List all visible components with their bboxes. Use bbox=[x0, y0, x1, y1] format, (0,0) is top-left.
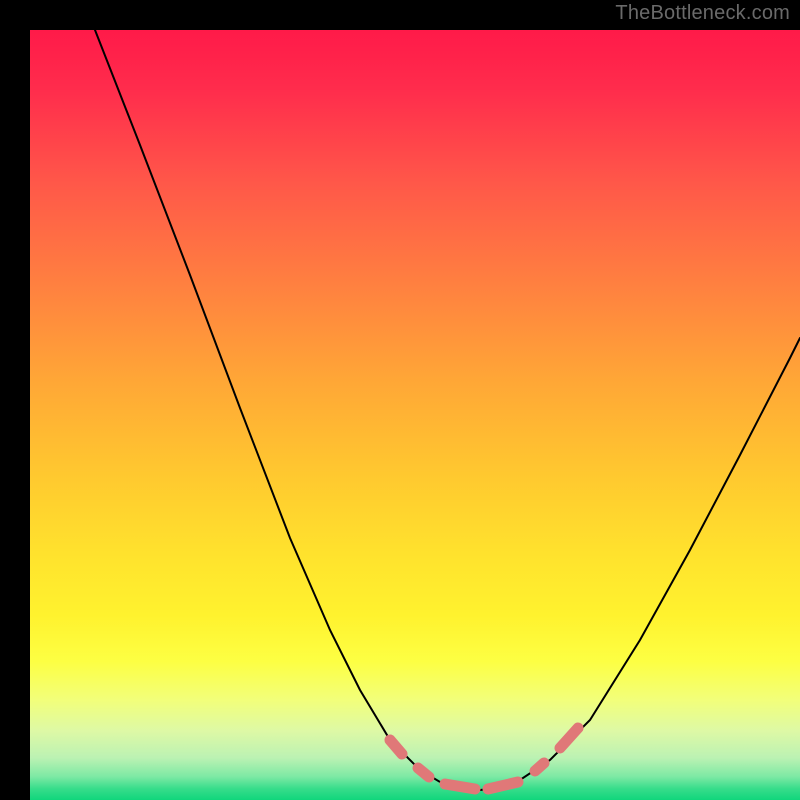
watermark-text: TheBottleneck.com bbox=[615, 2, 790, 25]
dash-segment bbox=[560, 728, 578, 748]
plot-area bbox=[30, 30, 800, 800]
dash-segment bbox=[535, 763, 544, 771]
dash-segment bbox=[488, 782, 518, 789]
dash-segment bbox=[445, 784, 475, 789]
dash-segment bbox=[390, 740, 402, 754]
curve-highlight-dashes bbox=[390, 728, 578, 789]
dash-segment bbox=[418, 768, 429, 777]
bottleneck-curve bbox=[95, 30, 800, 790]
chart-outer-frame bbox=[15, 15, 785, 785]
curve-layer bbox=[30, 30, 800, 800]
